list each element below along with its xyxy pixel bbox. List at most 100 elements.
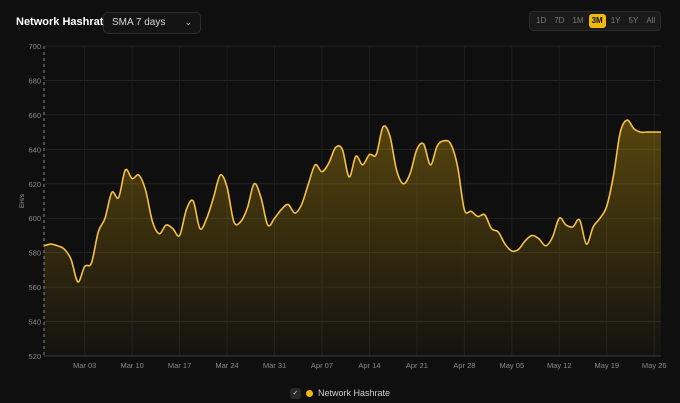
data-point	[151, 220, 153, 222]
data-point	[429, 164, 431, 166]
data-point	[653, 131, 655, 133]
data-point	[111, 191, 113, 193]
data-point	[124, 169, 126, 171]
data-point	[551, 236, 553, 238]
data-point	[185, 208, 187, 210]
data-point	[212, 196, 214, 198]
data-point	[233, 220, 235, 222]
y-tick-label: 700	[28, 42, 41, 51]
data-point	[117, 196, 119, 198]
data-point	[246, 207, 248, 209]
data-point	[104, 217, 106, 219]
data-point	[660, 131, 662, 133]
data-point	[90, 262, 92, 264]
range-button-5y[interactable]: 5Y	[626, 14, 642, 28]
data-point	[633, 127, 635, 129]
data-point	[199, 227, 201, 229]
y-tick-label: 660	[28, 111, 41, 120]
data-point	[511, 250, 513, 252]
data-point	[328, 162, 330, 164]
data-point	[321, 171, 323, 173]
y-tick-label: 620	[28, 180, 41, 189]
sma-select-value: SMA 7 days	[112, 17, 166, 28]
data-point	[77, 281, 79, 283]
data-point	[470, 210, 472, 212]
data-point	[83, 265, 85, 267]
y-tick-label: 680	[28, 76, 41, 85]
data-point	[348, 176, 350, 178]
data-point	[287, 203, 289, 205]
data-point	[639, 131, 641, 133]
data-point	[531, 234, 533, 236]
data-point	[172, 227, 174, 229]
hashrate-chart: 520 540 560 580 600 620 640 660 680 700 Mar 03 Mar…	[19, 42, 667, 370]
data-point	[545, 245, 547, 247]
x-tick-label: Apr 07	[311, 361, 333, 370]
range-button-1m[interactable]: 1M	[569, 14, 586, 28]
data-point	[436, 145, 438, 147]
data-point	[43, 245, 45, 247]
data-point	[504, 243, 506, 245]
data-point	[443, 140, 445, 142]
data-point	[606, 205, 608, 207]
data-point	[178, 234, 180, 236]
range-button-1y[interactable]: 1Y	[608, 14, 624, 28]
data-point	[219, 174, 221, 176]
data-point	[239, 220, 241, 222]
data-point	[382, 126, 384, 128]
data-point	[280, 208, 282, 210]
legend-dot-icon	[305, 389, 313, 397]
data-point	[456, 165, 458, 167]
data-point	[206, 217, 208, 219]
x-tick-label: May 12	[547, 361, 572, 370]
data-point	[138, 174, 140, 176]
range-button-1d[interactable]: 1D	[533, 14, 549, 28]
data-point	[585, 243, 587, 245]
data-point	[341, 148, 343, 150]
x-axis: Mar 03 Mar 10 Mar 17 Mar 24 Mar 31 Apr 07 Apr …	[73, 361, 667, 370]
page-title: Network Hashrate	[16, 16, 110, 28]
data-point	[517, 248, 519, 250]
range-button-7d[interactable]: 7D	[551, 14, 567, 28]
data-point	[226, 186, 228, 188]
data-point	[158, 233, 160, 235]
y-tick-label: 640	[28, 145, 41, 154]
y-axis: 520 540 560 580 600 620 640 660 680 700	[28, 42, 41, 361]
range-button-all[interactable]: All	[643, 14, 658, 28]
y-tick-label: 540	[28, 318, 41, 327]
data-point	[599, 217, 601, 219]
range-button-3m[interactable]: 3M	[588, 14, 606, 28]
y-tick-label: 520	[28, 352, 41, 361]
sma-select[interactable]: SMA 7 days ⌄	[103, 12, 201, 34]
data-point	[260, 196, 262, 198]
x-tick-label: Mar 17	[168, 361, 191, 370]
data-point	[592, 226, 594, 228]
data-point	[395, 169, 397, 171]
data-point	[294, 212, 296, 214]
legend-label[interactable]: Network Hashrate	[318, 388, 390, 398]
data-point	[612, 174, 614, 176]
legend-checkbox[interactable]: ✓	[289, 387, 301, 399]
data-point	[355, 155, 357, 157]
data-point	[402, 183, 404, 185]
data-point	[145, 189, 147, 191]
data-point	[565, 224, 567, 226]
data-point	[558, 217, 560, 219]
data-point	[450, 143, 452, 145]
data-point	[253, 183, 255, 185]
data-point	[626, 119, 628, 121]
x-tick-label: Apr 14	[358, 361, 380, 370]
data-point	[572, 226, 574, 228]
data-point	[389, 134, 391, 136]
data-point	[497, 231, 499, 233]
data-point	[646, 131, 648, 133]
y-tick-label: 600	[28, 214, 41, 223]
legend: ✓ Network Hashrate	[0, 386, 680, 400]
y-tick-label: 580	[28, 249, 41, 258]
x-tick-label: Mar 03	[73, 361, 96, 370]
data-point	[477, 215, 479, 217]
data-point	[422, 143, 424, 145]
y-tick-label: 560	[28, 283, 41, 292]
data-point	[484, 214, 486, 216]
x-tick-label: Mar 31	[263, 361, 286, 370]
